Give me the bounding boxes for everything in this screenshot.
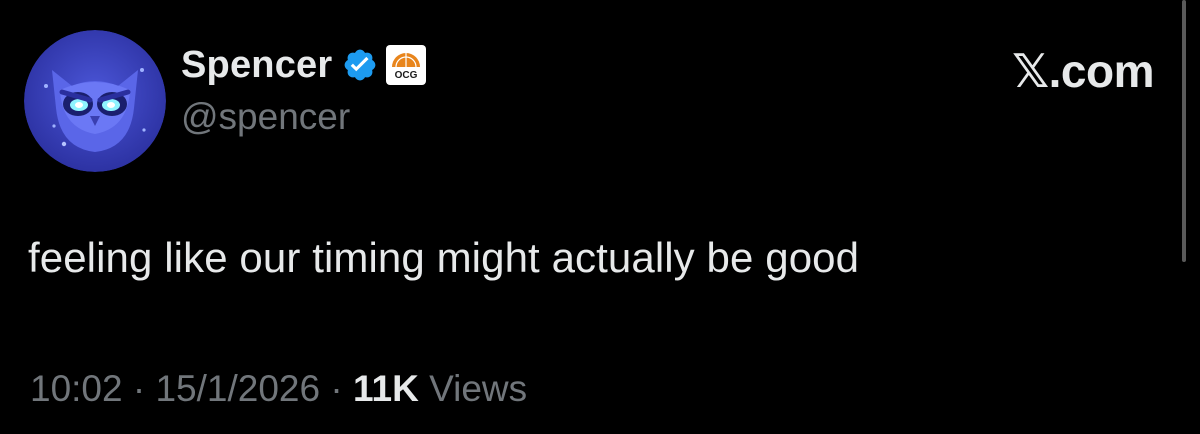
author-handle[interactable]: @spencer: [181, 96, 350, 138]
meta-separator: ·: [132, 368, 146, 409]
author-display-name[interactable]: Spencer: [181, 44, 332, 87]
views-label: Views: [429, 368, 528, 409]
avatar[interactable]: [24, 30, 166, 172]
meta-separator: ·: [330, 368, 343, 409]
tweet-text: feeling like our timing might actually b…: [28, 234, 860, 281]
scrollbar[interactable]: [1182, 0, 1186, 262]
owl-avatar-icon: [24, 30, 166, 172]
tweet-date[interactable]: 15/1/2026: [155, 368, 320, 409]
tweet-meta: 10:02 · 15/1/2026 · 11K Views: [30, 368, 527, 410]
brand-label: 𝕏.com: [1012, 45, 1154, 97]
author-name-row: Spencer OCG: [181, 40, 427, 90]
tweet-time[interactable]: 10:02: [30, 368, 123, 409]
affiliation-badge-icon[interactable]: OCG: [386, 45, 427, 85]
views-count[interactable]: 11K: [353, 368, 419, 409]
affiliation-text: OCG: [395, 70, 418, 81]
verified-badge-icon[interactable]: [342, 47, 378, 83]
